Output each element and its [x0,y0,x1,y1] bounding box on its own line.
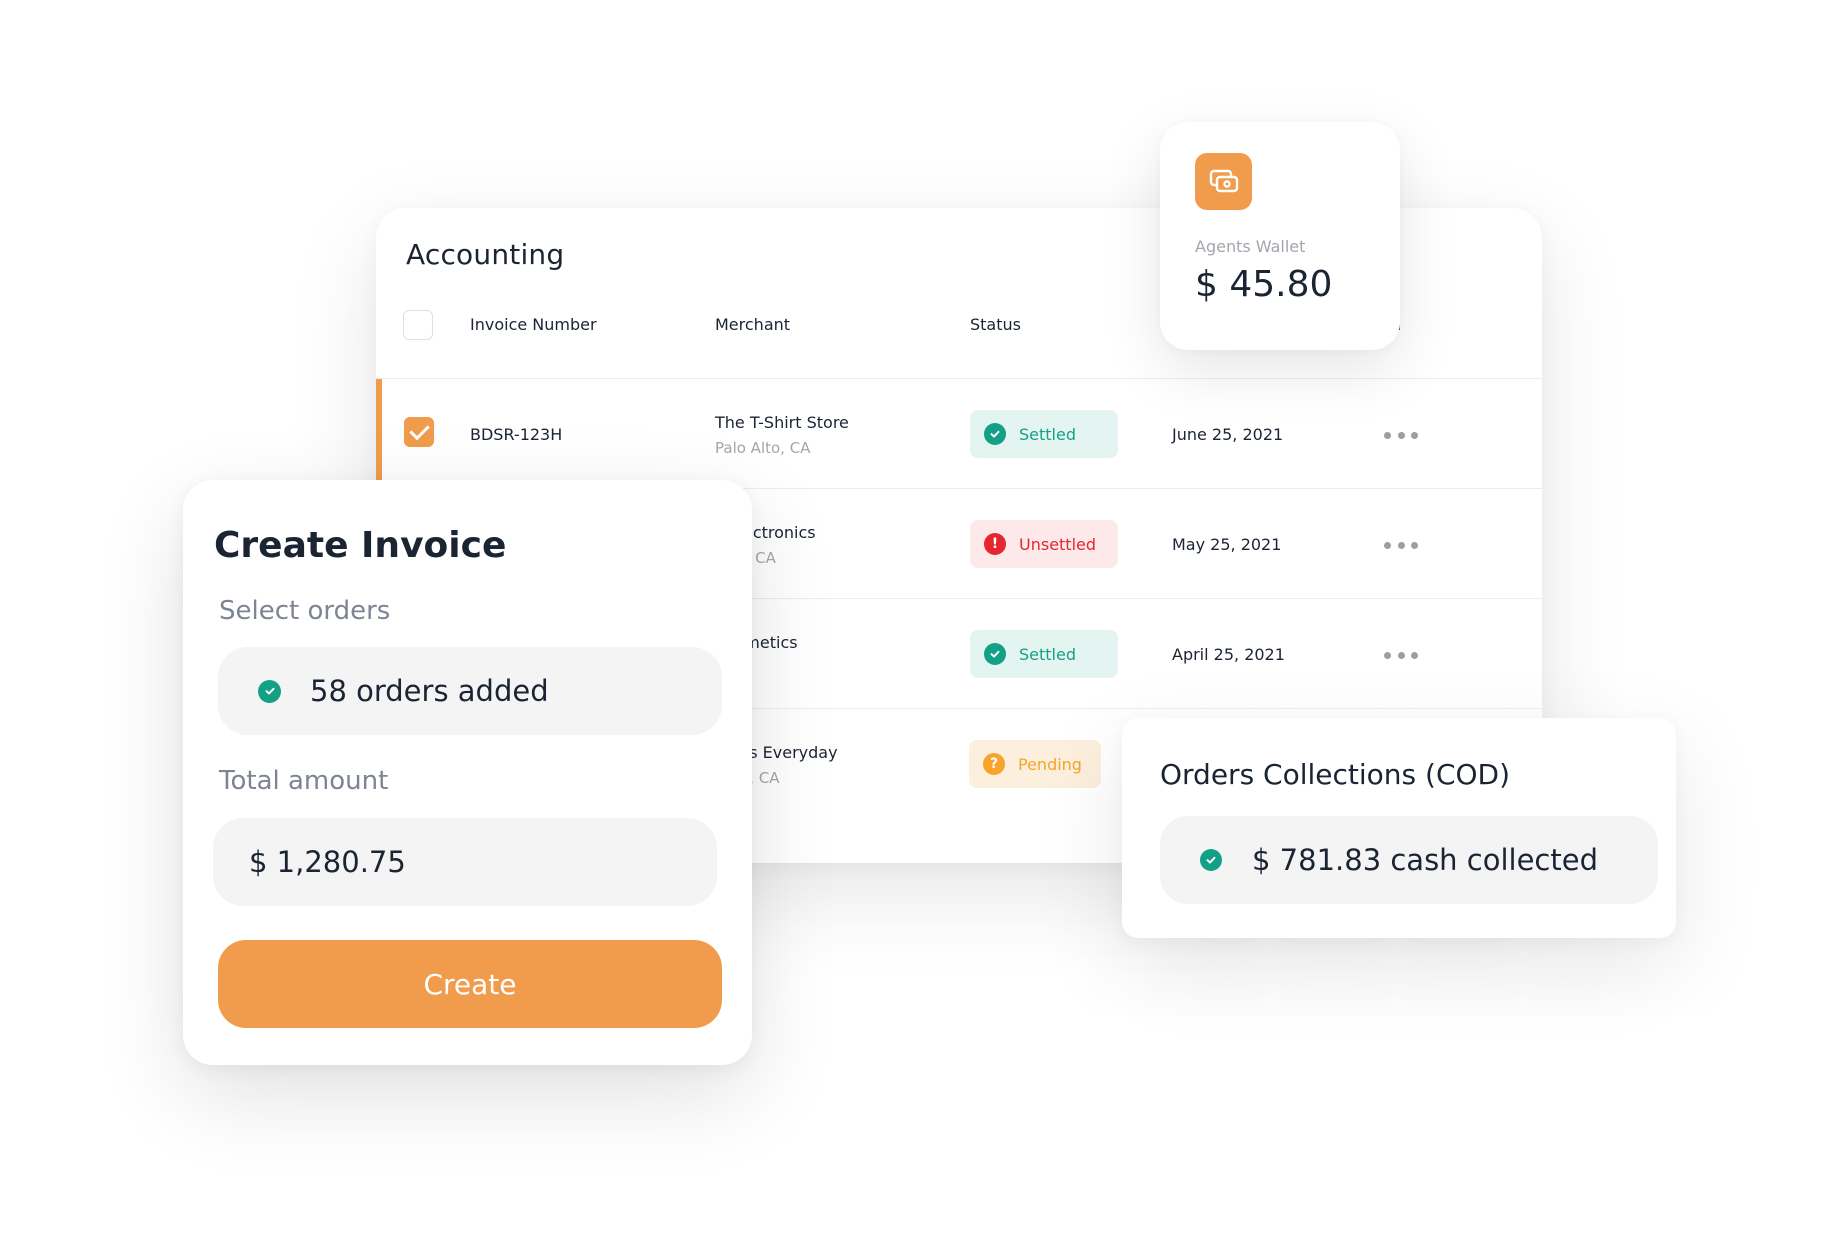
dot-icon [1411,431,1418,439]
dot-icon [1397,651,1405,659]
dot-icon [1411,651,1418,659]
agents-wallet-card: Agents Wallet $ 45.80 [1160,122,1400,350]
status-badge: Settled [970,630,1118,678]
more-options-button[interactable] [1384,643,1418,667]
stage: Accounting Invoice Number Merchant Statu… [0,0,1847,1238]
status-label: Settled [1019,424,1076,444]
check-circle-icon [1200,849,1222,871]
status-label: Pending [1018,754,1082,774]
check-circle-icon [984,423,1006,445]
status-badge: ? Pending [969,740,1101,788]
dot-icon [1384,651,1391,659]
orders-collections-card: Orders Collections (COD) $ 781.83 cash c… [1122,718,1676,938]
select-all-checkbox[interactable] [403,310,433,340]
cod-collected-value: $ 781.83 cash collected [1252,843,1598,877]
dot-icon [1384,431,1391,439]
create-invoice-card: Create Invoice Select orders 58 orders a… [183,480,752,1065]
select-orders-label: Select orders [219,596,391,626]
more-options-button[interactable] [1384,423,1418,447]
cash-icon [1195,153,1252,210]
dot-icon [1397,541,1405,549]
cod-collected-field: $ 781.83 cash collected [1160,816,1658,904]
column-header-status[interactable]: Status [970,315,1021,334]
dot-icon [1384,541,1391,549]
create-invoice-title: Create Invoice [214,525,507,566]
date-cell: April 25, 2021 [1172,645,1285,664]
orders-added-value: 58 orders added [310,674,549,708]
accounting-title: Accounting [406,238,565,271]
total-amount-field[interactable]: $ 1,280.75 [213,818,717,906]
question-circle-icon: ? [983,753,1005,775]
select-orders-field[interactable]: 58 orders added [218,647,722,735]
exclamation-circle-icon: ! [984,533,1006,555]
status-badge: Settled [970,410,1118,458]
column-header-invoice[interactable]: Invoice Number [470,315,597,334]
merchant-cell: The T-Shirt Store Palo Alto, CA [715,413,849,457]
create-button[interactable]: Create [218,940,722,1028]
date-cell: May 25, 2021 [1172,535,1282,554]
cod-title: Orders Collections (COD) [1160,758,1511,791]
wallet-amount: $ 45.80 [1195,264,1333,305]
wallet-label: Agents Wallet [1195,237,1306,256]
status-badge: ! Unsettled [970,520,1118,568]
status-label: Unsettled [1019,534,1097,554]
merchant-name: The T-Shirt Store [715,413,849,432]
date-cell: June 25, 2021 [1172,425,1284,444]
invoice-number: BDSR-123H [470,425,563,444]
column-header-merchant[interactable]: Merchant [715,315,790,334]
table-row[interactable]: BDSR-123H The T-Shirt Store Palo Alto, C… [376,379,1542,489]
dot-icon [1397,431,1405,439]
row-checkbox[interactable] [404,417,434,447]
total-amount-label: Total amount [219,766,389,796]
status-label: Settled [1019,644,1076,664]
total-amount-value: $ 1,280.75 [249,845,406,879]
check-circle-icon [984,643,1006,665]
dot-icon [1411,541,1418,549]
check-circle-icon [258,679,281,703]
merchant-location: Palo Alto, CA [715,439,811,457]
more-options-button[interactable] [1384,533,1418,557]
